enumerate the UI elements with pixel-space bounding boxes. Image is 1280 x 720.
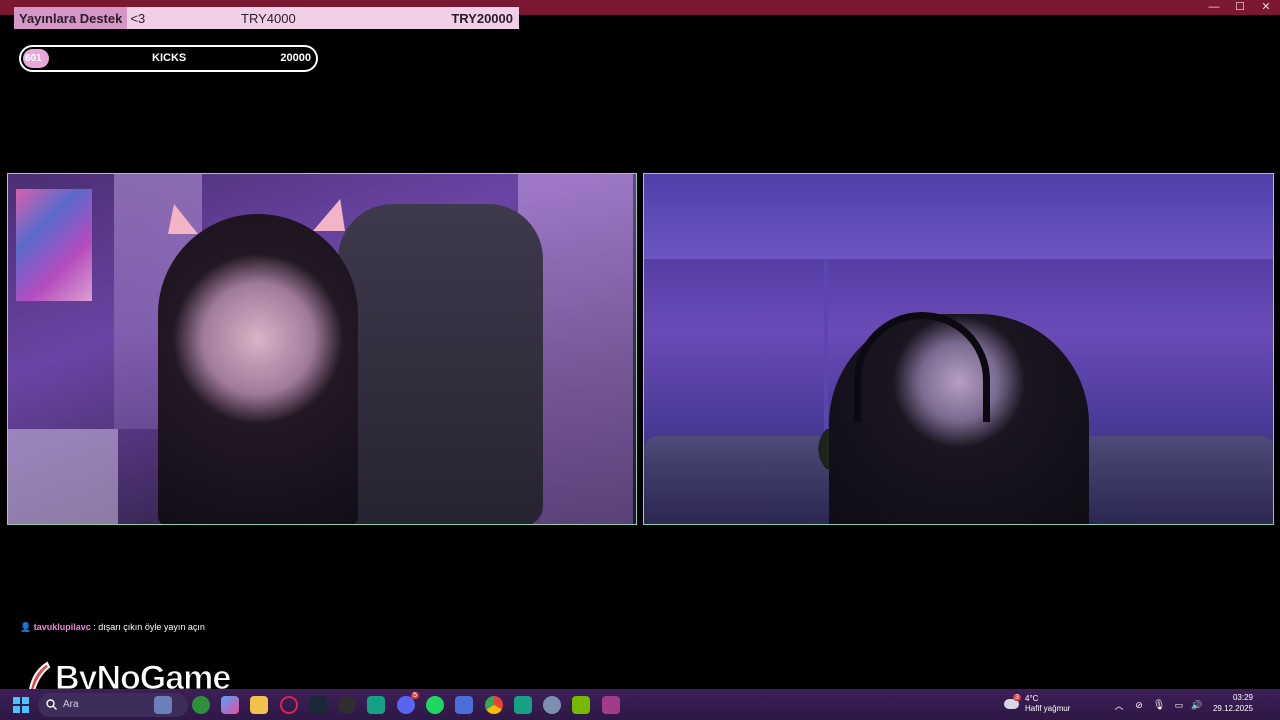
donation-goal-target: TRY20000 [451, 10, 513, 26]
opera-gx-icon[interactable] [280, 696, 298, 714]
display-icon[interactable]: ▭ [1170, 696, 1188, 714]
file-explorer-icon[interactable] [154, 696, 172, 714]
windows-start-icon[interactable] [13, 697, 29, 713]
discord-badge: 5 [411, 692, 419, 699]
chat-username: tavuklupilavc [33, 622, 91, 632]
search-icon [46, 699, 57, 710]
kicks-target: 20000 [280, 52, 311, 64]
donation-goal-label-box: Yayınlara Destek [14, 7, 128, 29]
obs-icon[interactable] [338, 696, 356, 714]
gaming-chair [338, 204, 543, 524]
network-icon[interactable] [455, 696, 473, 714]
notification-off-icon[interactable]: ⊘ [1130, 696, 1148, 714]
chevron-up-icon[interactable]: ︿ [1110, 696, 1128, 714]
dcbot-icon[interactable] [367, 696, 385, 714]
kicks-count: 601 [25, 53, 42, 64]
volume-icon[interactable]: 🔊 [1188, 696, 1206, 714]
chat-message: 👤 tavuklupilavc : dışarı çıkın öyle yayı… [20, 622, 205, 633]
chat-user-icon: 👤 [20, 622, 34, 632]
folder-icon[interactable] [250, 696, 268, 714]
clock-time: 03:29 [1232, 693, 1253, 702]
minimize-button[interactable]: — [1208, 0, 1220, 15]
maximize-button[interactable]: ☐ [1234, 0, 1246, 15]
discord-alt-icon[interactable] [514, 696, 532, 714]
floor-left [8, 429, 118, 524]
person-left [158, 214, 358, 524]
xbox-icon[interactable] [192, 696, 210, 714]
kicks-label: KICKS [152, 52, 187, 64]
chrome-icon[interactable] [485, 696, 503, 714]
nvidia-icon[interactable] [572, 696, 590, 714]
discord-icon[interactable]: 5 [397, 692, 419, 714]
donation-goal-bar: Yayınlara Destek <3 TRY4000 TRY20000 [14, 7, 519, 29]
close-button[interactable]: ✕ [1260, 0, 1272, 15]
weather-badge: 3 [1013, 694, 1021, 701]
webcam-right [643, 173, 1274, 525]
settings-icon[interactable] [543, 696, 561, 714]
spotify-icon[interactable] [426, 696, 444, 714]
microphone-icon[interactable]: 🎙 [1150, 696, 1168, 714]
donation-goal-current: TRY4000 [241, 10, 296, 26]
search-placeholder: Ara [63, 699, 79, 710]
weather-widget[interactable]: 3 4°C Hafif yağmur [1004, 694, 1084, 716]
clock[interactable]: 03:29 29.12.2025 [1205, 692, 1253, 714]
cat-ears-2 [313, 199, 345, 231]
donation-goal-extra: <3 [130, 10, 146, 26]
wall-corner [824, 259, 828, 439]
webcam-left [7, 173, 637, 525]
copilot-icon[interactable] [221, 696, 239, 714]
chat-text: dışarı çıkın öyle yayın açın [98, 622, 205, 632]
ceiling [644, 174, 1273, 259]
weather-temp: 4°C [1025, 694, 1039, 703]
donation-goal-label: Yayınlara Destek [19, 10, 123, 26]
kicks-progress-bar: 601 KICKS 20000 [19, 45, 318, 72]
taskbar: Ara 5 3 4°C Hafif yağmur ︿ ⊘ 🎙 ▭ 🔊 03:29… [0, 689, 1280, 720]
clock-date: 29.12.2025 [1212, 704, 1253, 713]
chat-separator: : [93, 622, 96, 632]
steam-icon[interactable] [309, 696, 327, 714]
winrar-icon[interactable] [602, 696, 620, 714]
poster-wall [16, 189, 92, 301]
weather-desc: Hafif yağmur [1025, 704, 1071, 713]
